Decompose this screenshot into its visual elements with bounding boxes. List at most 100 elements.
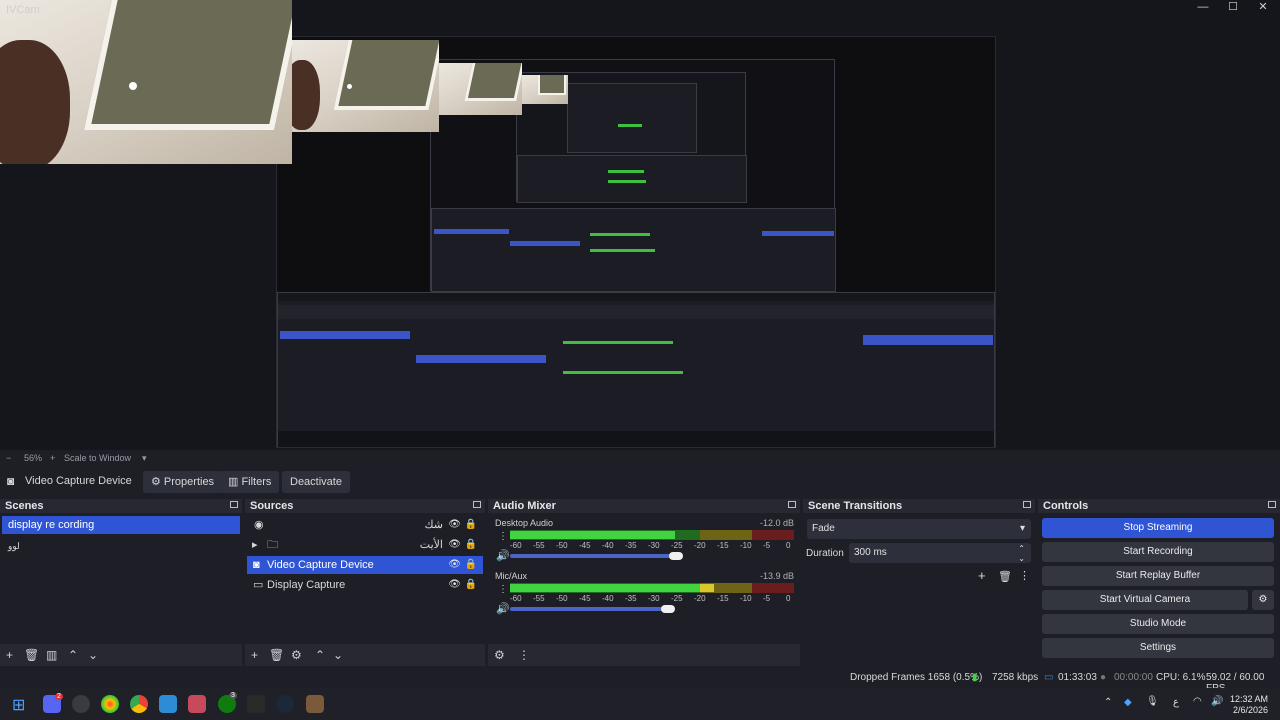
start-icon[interactable]: ⊞ <box>12 695 25 715</box>
language-indicator[interactable]: ع <box>1173 697 1179 708</box>
taskbar: ⊞ 2 3 ⌃ ◆ 🎙 ع ◠ 🔊 12:32 AM 2/6/2026 <box>0 688 1280 720</box>
transition-select[interactable]: Fade ▾ <box>807 519 1031 539</box>
chevron-down-icon: ▾ <box>1019 523 1025 534</box>
preview-area[interactable]: IVCam — ☐ ✕ <box>0 0 1280 450</box>
source-item[interactable]: ◉ شك 👁 🔒 <box>247 516 483 534</box>
filters-button[interactable]: ▥ Filters <box>220 471 280 493</box>
zoom-out-button[interactable]: − <box>6 453 11 463</box>
transition-menu-icon[interactable]: ⋮ <box>1019 569 1030 582</box>
scale-dropdown-icon[interactable]: ▾ <box>142 453 147 464</box>
volume-knob[interactable] <box>669 552 683 560</box>
camera-icon: ◙ <box>7 474 15 488</box>
meter-tick-label: -35 <box>625 541 637 550</box>
steam-icon[interactable] <box>276 695 294 713</box>
visibility-eye-icon[interactable]: 👁 <box>448 576 461 594</box>
volume-slider[interactable] <box>510 607 668 611</box>
remove-scene-icon[interactable]: 🗑 <box>24 648 39 662</box>
lock-icon[interactable]: 🔒 <box>465 516 477 534</box>
move-up-icon[interactable]: ⌃ <box>315 648 325 662</box>
move-down-icon[interactable]: ⌄ <box>88 648 98 662</box>
visibility-eye-icon[interactable]: 👁 <box>448 536 461 554</box>
stop-streaming-button[interactable]: Stop Streaming <box>1042 518 1274 538</box>
controls-dock: Controls Stop Streaming Start Recording … <box>1038 499 1280 666</box>
source-item[interactable]: ▭ Display Capture 👁 🔒 <box>247 576 483 594</box>
move-down-icon[interactable]: ⌄ <box>333 648 343 662</box>
obs-icon[interactable] <box>72 695 90 713</box>
scene-filters-icon[interactable]: ▥ <box>46 648 57 662</box>
scene-item[interactable]: display re cording <box>2 516 240 534</box>
scene-item[interactable]: لوو <box>2 537 240 555</box>
source-label: الأيت <box>419 539 443 551</box>
duration-spinbox[interactable]: 300 ms ⌃ ⌄ <box>849 543 1031 563</box>
controls-title: Controls <box>1038 499 1280 513</box>
lock-icon[interactable]: 🔒 <box>465 576 477 594</box>
move-up-icon[interactable]: ⌃ <box>68 648 78 662</box>
chevron-right-icon[interactable]: ▸ <box>252 536 258 554</box>
minimize-button[interactable]: — <box>1186 0 1220 14</box>
close-button[interactable]: ✕ <box>1246 0 1280 14</box>
webcam-echo-3 <box>522 75 568 104</box>
lock-icon[interactable]: 🔒 <box>465 536 477 554</box>
meter-tick-label: -55 <box>533 594 545 603</box>
maximize-button[interactable]: ☐ <box>1216 0 1250 14</box>
dock-float-icon[interactable] <box>473 501 481 508</box>
add-source-icon[interactable]: + <box>251 648 258 662</box>
dock-float-icon[interactable] <box>1023 501 1031 508</box>
source-properties-icon[interactable]: ⚙ <box>291 648 302 662</box>
remove-transition-icon[interactable]: 🗑 <box>998 570 1012 583</box>
tray-app-icon[interactable]: ◆ <box>1124 697 1132 708</box>
chrome-icon[interactable] <box>130 695 148 713</box>
properties-button[interactable]: ⚙ Properties <box>143 471 223 493</box>
chevron-up-icon[interactable]: ⌃ <box>1104 697 1112 708</box>
mic-icon[interactable]: 🎙 <box>1146 696 1159 707</box>
channel-db: -12.0 dB <box>759 518 794 528</box>
wifi-icon[interactable]: ◠ <box>1193 696 1202 707</box>
source-item[interactable]: ◙ Video Capture Device 👁 🔒 <box>247 556 483 574</box>
speaker-icon[interactable]: 🔊 <box>496 549 510 562</box>
studio-mode-button[interactable]: Studio Mode <box>1042 614 1274 634</box>
settings-button[interactable]: Settings <box>1042 638 1274 658</box>
meter-tick-label: -50 <box>556 594 568 603</box>
lock-icon[interactable]: 🔒 <box>465 556 477 574</box>
dock-float-icon[interactable] <box>1268 501 1276 508</box>
clock-time[interactable]: 12:32 AM <box>1230 694 1268 704</box>
app-icon[interactable] <box>159 695 177 713</box>
mixer-menu-icon[interactable]: ⋮ <box>518 648 530 662</box>
chevron-down-icon[interactable]: ⌄ <box>1018 549 1025 569</box>
volume-knob[interactable] <box>661 605 675 613</box>
clock-date[interactable]: 2/6/2026 <box>1233 705 1268 715</box>
epic-games-icon[interactable] <box>247 695 265 713</box>
webcam-overlay <box>0 0 292 164</box>
speaker-icon[interactable]: 🔊 <box>496 602 510 615</box>
dock-float-icon[interactable] <box>788 501 796 508</box>
stream-icon: ▭ <box>1044 672 1054 683</box>
level-meter <box>510 583 794 593</box>
start-replay-buffer-button[interactable]: Start Replay Buffer <box>1042 566 1274 586</box>
dropped-frames: Dropped Frames 1658 (0.5%) <box>850 672 983 683</box>
dock-float-icon[interactable] <box>230 501 238 508</box>
advanced-audio-icon[interactable]: ⚙ <box>494 648 505 662</box>
meter-tick-label: -20 <box>694 541 706 550</box>
remove-source-icon[interactable]: 🗑 <box>269 648 284 662</box>
meter-tick-label: -30 <box>648 594 660 603</box>
add-scene-icon[interactable]: + <box>6 648 13 662</box>
store-icon[interactable] <box>188 695 206 713</box>
source-item[interactable]: ▸ 🗀 الأيت 👁 🔒 <box>247 536 483 554</box>
channel-menu-icon[interactable]: ⋮ <box>498 584 508 595</box>
zoom-in-button[interactable]: + <box>50 453 55 463</box>
virtual-camera-settings-icon[interactable]: ⚙ <box>1252 590 1274 610</box>
volume-slider[interactable] <box>510 554 676 558</box>
add-transition-icon[interactable]: + <box>978 568 986 583</box>
visibility-eye-icon[interactable]: 👁 <box>448 516 461 534</box>
start-virtual-camera-button[interactable]: Start Virtual Camera <box>1042 590 1248 610</box>
gear-icon: ⚙ <box>151 476 164 488</box>
color-app-icon[interactable] <box>101 695 119 713</box>
start-recording-button[interactable]: Start Recording <box>1042 542 1274 562</box>
meter-tick-label: -55 <box>533 541 545 550</box>
volume-icon[interactable]: 🔊 <box>1211 696 1223 707</box>
channel-menu-icon[interactable]: ⋮ <box>498 531 508 542</box>
deactivate-button[interactable]: Deactivate <box>282 471 350 493</box>
visibility-eye-icon[interactable]: 👁 <box>448 556 461 574</box>
sources-dock: Sources ◉ شك 👁 🔒 ▸ 🗀 الأيت 👁 🔒 ◙ Video C… <box>245 499 485 666</box>
game-icon[interactable] <box>306 695 324 713</box>
